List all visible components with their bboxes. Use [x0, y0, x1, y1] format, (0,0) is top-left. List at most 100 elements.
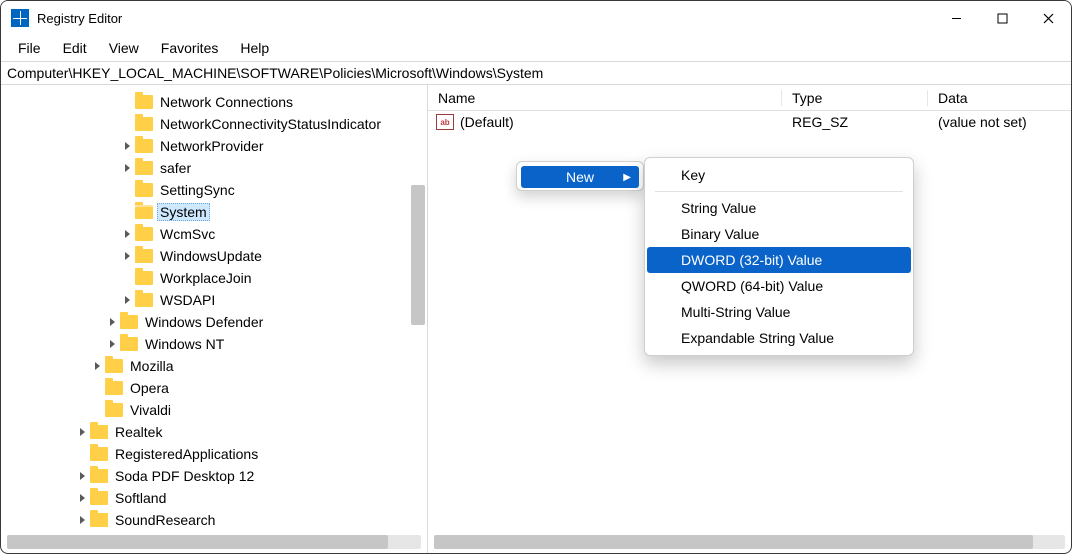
tree-node[interactable]: Network Connections	[1, 91, 427, 113]
titlebar: Registry Editor	[1, 1, 1071, 35]
tree-node-label: SettingSync	[157, 181, 238, 199]
tree-node-label: RegisteredApplications	[112, 445, 261, 463]
tree-node[interactable]: Windows NT	[1, 333, 427, 355]
context-menu: New ▶ Key String ValueBinary ValueDWORD (…	[516, 161, 914, 356]
twisty-spacer	[121, 205, 135, 219]
column-data[interactable]: Data	[928, 90, 1071, 106]
tree-vertical-scrollbar[interactable]	[411, 185, 425, 325]
context-menu-parent: New ▶	[516, 161, 644, 191]
tree-node-label: Vivaldi	[127, 401, 174, 419]
folder-icon	[105, 381, 123, 395]
tree-node[interactable]: Opera	[1, 377, 427, 399]
twisty-icon[interactable]	[76, 469, 90, 483]
address-bar[interactable]: Computer\HKEY_LOCAL_MACHINE\SOFTWARE\Pol…	[1, 61, 1071, 85]
folder-icon	[135, 227, 153, 241]
menubar: FileEditViewFavoritesHelp	[1, 35, 1071, 61]
twisty-icon[interactable]	[121, 227, 135, 241]
twisty-icon[interactable]	[76, 491, 90, 505]
tree-node-label: Realtek	[112, 423, 165, 441]
tree-node[interactable]: WSDAPI	[1, 289, 427, 311]
menu-item-favorites[interactable]: Favorites	[150, 38, 230, 58]
submenu-item[interactable]: String Value	[647, 195, 911, 221]
tree-node[interactable]: NetworkConnectivityStatusIndicator	[1, 113, 427, 135]
tree-node-label: Windows NT	[142, 335, 227, 353]
tree-node-label: Mozilla	[127, 357, 177, 375]
tree-node[interactable]: Vivaldi	[1, 399, 427, 421]
submenu-separator	[655, 191, 903, 192]
tree-node-label: NetworkConnectivityStatusIndicator	[157, 115, 384, 133]
tree-node[interactable]: Soda PDF Desktop 12	[1, 465, 427, 487]
menu-item-view[interactable]: View	[98, 38, 150, 58]
menu-item-help[interactable]: Help	[229, 38, 280, 58]
twisty-spacer	[91, 381, 105, 395]
twisty-icon[interactable]	[76, 425, 90, 439]
folder-icon	[135, 249, 153, 263]
tree-node[interactable]: Mozilla	[1, 355, 427, 377]
context-submenu: Key String ValueBinary ValueDWORD (32-bit…	[644, 157, 914, 356]
minimize-button[interactable]	[933, 1, 979, 35]
twisty-icon[interactable]	[91, 359, 105, 373]
twisty-icon[interactable]	[121, 139, 135, 153]
submenu-item[interactable]: Key	[647, 162, 911, 188]
tree-node[interactable]: RegisteredApplications	[1, 443, 427, 465]
twisty-icon[interactable]	[121, 293, 135, 307]
twisty-icon[interactable]	[106, 315, 120, 329]
tree-node-label: Windows Defender	[142, 313, 266, 331]
app-icon	[11, 9, 29, 27]
folder-icon	[135, 205, 153, 219]
column-type[interactable]: Type	[782, 90, 928, 106]
tree-node[interactable]: safer	[1, 157, 427, 179]
tree-node[interactable]: System	[1, 201, 427, 223]
tree-node-label: Softland	[112, 489, 169, 507]
twisty-spacer	[76, 447, 90, 461]
folder-icon	[135, 95, 153, 109]
submenu-item[interactable]: Binary Value	[647, 221, 911, 247]
twisty-icon[interactable]	[76, 513, 90, 527]
tree-node[interactable]: Softland	[1, 487, 427, 509]
tree-node-label: Network Connections	[157, 93, 296, 111]
submenu-arrow-icon: ▶	[623, 172, 631, 183]
tree-node[interactable]: Windows Defender	[1, 311, 427, 333]
tree-node[interactable]: WindowsUpdate	[1, 245, 427, 267]
twisty-spacer	[121, 183, 135, 197]
tree-node[interactable]: WcmSvc	[1, 223, 427, 245]
twisty-spacer	[121, 271, 135, 285]
tree-node-label: WorkplaceJoin	[157, 269, 255, 287]
tree-node[interactable]: WorkplaceJoin	[1, 267, 427, 289]
tree-node-label: WcmSvc	[157, 225, 218, 243]
value-row[interactable]: ab(Default)REG_SZ(value not set)	[428, 111, 1071, 133]
twisty-spacer	[121, 95, 135, 109]
values-horizontal-scrollbar[interactable]	[434, 535, 1065, 549]
submenu-item[interactable]: Multi-String Value	[647, 299, 911, 325]
folder-icon	[90, 491, 108, 505]
twisty-icon[interactable]	[121, 249, 135, 263]
tree-node[interactable]: SoundResearch	[1, 509, 427, 531]
folder-icon	[105, 403, 123, 417]
folder-icon	[135, 161, 153, 175]
folder-icon	[135, 271, 153, 285]
column-name[interactable]: Name	[428, 90, 782, 106]
folder-icon	[135, 293, 153, 307]
twisty-icon[interactable]	[106, 337, 120, 351]
menu-item-file[interactable]: File	[7, 38, 52, 58]
maximize-button[interactable]	[979, 1, 1025, 35]
tree-horizontal-scrollbar[interactable]	[7, 535, 421, 549]
folder-icon	[105, 359, 123, 373]
menu-item-edit[interactable]: Edit	[52, 38, 98, 58]
tree-node[interactable]: NetworkProvider	[1, 135, 427, 157]
submenu-item[interactable]: Expandable String Value	[647, 325, 911, 351]
tree-node[interactable]: SettingSync	[1, 179, 427, 201]
submenu-item[interactable]: QWORD (64-bit) Value	[647, 273, 911, 299]
folder-icon	[135, 139, 153, 153]
tree-node-label: NetworkProvider	[157, 137, 266, 155]
twisty-spacer	[121, 117, 135, 131]
context-menu-item-new[interactable]: New ▶	[521, 166, 639, 188]
tree-pane: Network Connections NetworkConnectivitySt…	[1, 85, 428, 553]
twisty-icon[interactable]	[121, 161, 135, 175]
address-text: Computer\HKEY_LOCAL_MACHINE\SOFTWARE\Pol…	[7, 65, 543, 81]
submenu-item[interactable]: DWORD (32-bit) Value	[647, 247, 911, 273]
tree-node-label: WSDAPI	[157, 291, 218, 309]
close-button[interactable]	[1025, 1, 1071, 35]
list-header: Name Type Data	[428, 85, 1071, 111]
tree-node[interactable]: Realtek	[1, 421, 427, 443]
